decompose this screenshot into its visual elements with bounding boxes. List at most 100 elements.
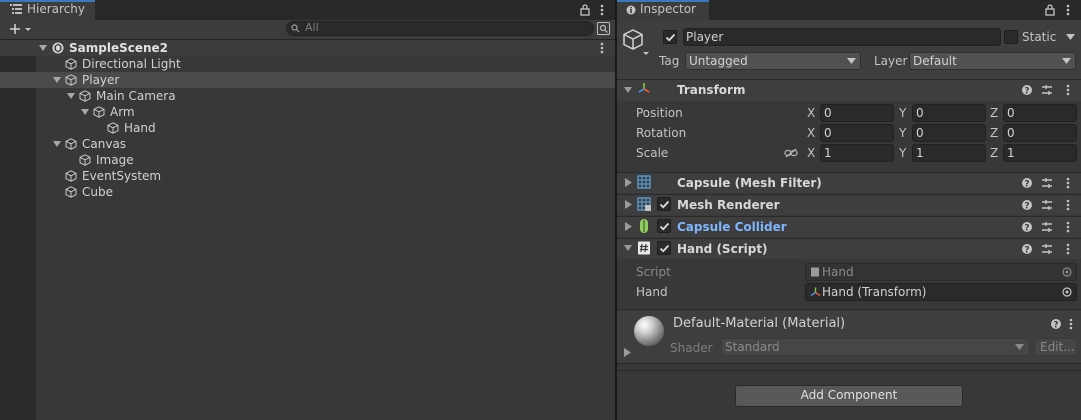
script-label: Script bbox=[636, 265, 671, 279]
gameobject-large-icon[interactable] bbox=[623, 28, 653, 58]
mesh-renderer-enabled-checkbox[interactable] bbox=[657, 197, 671, 211]
chevron-down-icon[interactable] bbox=[52, 139, 62, 149]
scale-z-value: 1 bbox=[1007, 146, 1015, 160]
hierarchy-item-player[interactable]: Player bbox=[0, 72, 615, 88]
add-component-label: Add Component bbox=[800, 388, 898, 402]
gameobject-icon bbox=[65, 58, 77, 70]
constrain-proportions-icon[interactable] bbox=[784, 148, 798, 158]
checkmark-icon bbox=[659, 222, 670, 231]
scale-label: Scale bbox=[636, 146, 669, 160]
capsule-collider-icon bbox=[640, 219, 648, 233]
transform-title: Transform bbox=[677, 83, 746, 97]
gameobject-icon bbox=[65, 170, 77, 182]
active-checkbox[interactable] bbox=[663, 30, 677, 44]
chevron-down-icon[interactable] bbox=[1066, 34, 1075, 40]
search-placeholder: All bbox=[305, 21, 319, 34]
hierarchy-item-eventsystem[interactable]: EventSystem bbox=[0, 168, 615, 184]
static-checkbox[interactable] bbox=[1004, 30, 1018, 44]
hand-label: Hand bbox=[636, 285, 668, 299]
chevron-right-icon[interactable] bbox=[625, 200, 632, 209]
scene-menu-icon[interactable] bbox=[600, 42, 604, 54]
scene-search-icon[interactable] bbox=[597, 22, 610, 35]
hierarchy-item-label: Main Camera bbox=[96, 89, 176, 103]
script-icon bbox=[638, 241, 650, 255]
svg-text:?: ? bbox=[1053, 321, 1058, 331]
chevron-down-icon bbox=[847, 58, 856, 64]
component-header-icons[interactable]: ? bbox=[1022, 243, 1076, 255]
script-value: Hand bbox=[822, 265, 854, 279]
hierarchy-item-canvas[interactable]: Canvas bbox=[0, 136, 615, 152]
hierarchy-item-main-camera[interactable]: Main Camera bbox=[0, 88, 615, 104]
gameobject-icon bbox=[65, 138, 77, 150]
rotation-x-value: 0 bbox=[824, 126, 832, 140]
hierarchy-item-hand[interactable]: Hand bbox=[0, 120, 615, 136]
svg-text:?: ? bbox=[1024, 87, 1029, 97]
capsule-collider-title: Capsule Collider bbox=[677, 220, 787, 234]
object-picker-icon bbox=[1062, 267, 1072, 277]
component-header-icons[interactable]: ? bbox=[1022, 177, 1076, 189]
lock-icon[interactable] bbox=[1045, 4, 1055, 16]
object-name-value: Player bbox=[686, 30, 724, 44]
hierarchy-item-label: Cube bbox=[82, 185, 113, 199]
capsule-collider-enabled-checkbox[interactable] bbox=[657, 219, 671, 233]
object-name-field[interactable] bbox=[683, 28, 1001, 46]
y-label: Y bbox=[899, 126, 907, 140]
x-label: X bbox=[807, 126, 816, 140]
hierarchy-item-directional-light[interactable]: Directional Light bbox=[0, 56, 615, 72]
component-header-icons[interactable]: ? bbox=[1022, 199, 1076, 211]
tag-label: Tag bbox=[659, 54, 680, 68]
hierarchy-item-arm[interactable]: Arm bbox=[0, 104, 615, 120]
more-options-icon[interactable] bbox=[1066, 4, 1070, 16]
more-options-icon[interactable] bbox=[600, 4, 604, 16]
checkmark-icon bbox=[665, 33, 676, 42]
chevron-down-icon bbox=[1062, 58, 1071, 64]
shader-label: Shader bbox=[670, 341, 713, 355]
add-dropdown-icon[interactable] bbox=[10, 23, 32, 35]
chevron-down-icon[interactable] bbox=[624, 244, 632, 252]
chevron-down-icon[interactable] bbox=[80, 107, 90, 117]
chevron-down-icon[interactable] bbox=[38, 43, 48, 53]
hierarchy-item-image[interactable]: Image bbox=[0, 152, 615, 168]
component-header-icons[interactable]: ? bbox=[1022, 84, 1076, 96]
material-title: Default-Material (Material) bbox=[673, 316, 846, 331]
hierarchy-item-cube[interactable]: Cube bbox=[0, 184, 615, 200]
mesh-filter-title: Capsule (Mesh Filter) bbox=[677, 176, 822, 190]
mesh-renderer-title: Mesh Renderer bbox=[677, 198, 780, 212]
lock-icon[interactable] bbox=[580, 4, 590, 16]
gameobject-icon bbox=[79, 90, 91, 102]
z-label: Z bbox=[990, 106, 999, 120]
layer-value: Default bbox=[913, 54, 957, 68]
hand-script-title: Hand (Script) bbox=[677, 242, 768, 256]
transform-icon bbox=[810, 287, 821, 297]
svg-text:?: ? bbox=[1024, 246, 1029, 256]
material-header-icons[interactable]: ? bbox=[1051, 318, 1081, 330]
scale-y-value: 1 bbox=[916, 146, 924, 160]
gameobject-icon bbox=[65, 74, 77, 86]
hierarchy-item-label: Image bbox=[96, 153, 134, 167]
rotation-z-value: 0 bbox=[1007, 126, 1015, 140]
hierarchy-item-label: Player bbox=[82, 73, 120, 87]
chevron-down-icon[interactable] bbox=[624, 86, 632, 94]
hierarchy-search-input[interactable] bbox=[286, 21, 594, 36]
tag-value: Untagged bbox=[689, 54, 748, 68]
hierarchy-item-label: Arm bbox=[110, 105, 135, 119]
y-label: Y bbox=[899, 106, 907, 120]
hand-script-enabled-checkbox[interactable] bbox=[657, 241, 671, 255]
scene-row[interactable]: SampleScene2 bbox=[0, 40, 615, 56]
chevron-right-icon[interactable] bbox=[625, 178, 632, 187]
chevron-right-icon[interactable] bbox=[625, 222, 632, 231]
hand-value: Hand (Transform) bbox=[822, 285, 927, 299]
checkmark-icon bbox=[659, 244, 670, 253]
inspector-tab-label: Inspector bbox=[640, 2, 696, 16]
x-label: X bbox=[807, 106, 816, 120]
object-picker-icon[interactable] bbox=[1062, 287, 1072, 297]
component-header-icons[interactable]: ? bbox=[1022, 221, 1076, 233]
rotation-label: Rotation bbox=[636, 126, 687, 140]
position-y-value: 0 bbox=[916, 106, 924, 120]
scale-x-value: 1 bbox=[824, 146, 832, 160]
chevron-down-icon[interactable] bbox=[52, 75, 62, 85]
chevron-down-icon[interactable] bbox=[66, 91, 76, 101]
layer-label: Layer bbox=[874, 54, 908, 68]
chevron-right-icon[interactable] bbox=[624, 348, 631, 357]
unity-scene-icon bbox=[52, 42, 64, 54]
